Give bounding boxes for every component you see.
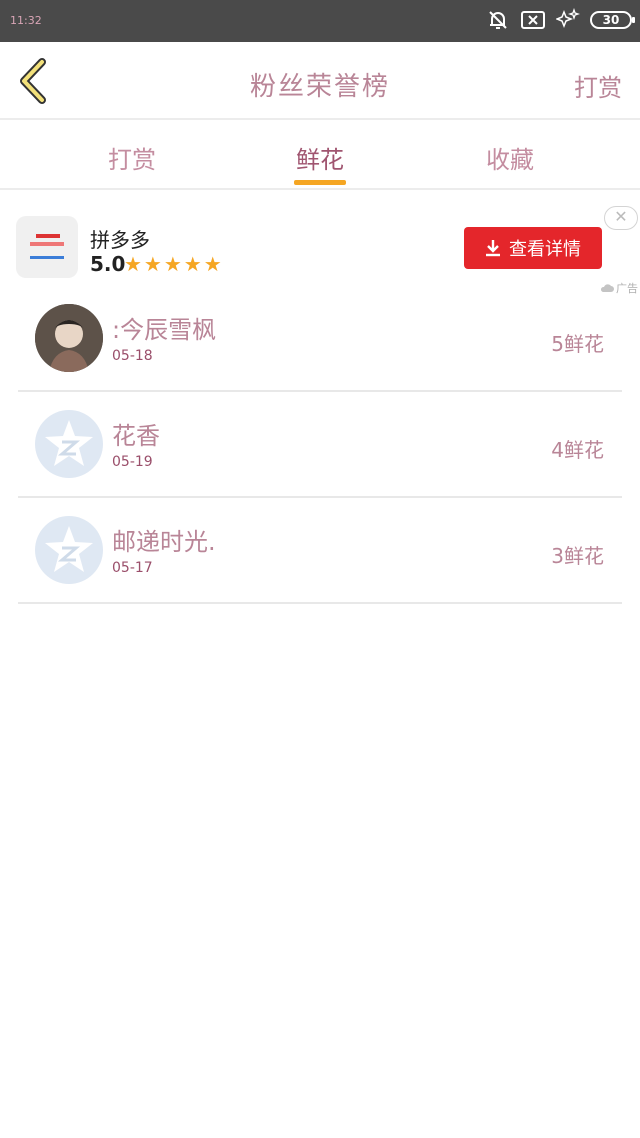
list-item[interactable]: :今辰雪枫 05-18 5鲜花 (18, 286, 622, 392)
ad-app-logo (16, 216, 78, 278)
list-item[interactable]: 花香 05-19 4鲜花 (18, 392, 622, 498)
fan-date: 05-18 (112, 348, 153, 364)
sparkle-icon (556, 8, 580, 29)
tab-bar: 打赏 鲜花 收藏 (0, 120, 640, 190)
fan-date: 05-19 (112, 454, 153, 470)
tab-reward[interactable]: 打赏 (62, 140, 202, 175)
ad-rating: 5.0 (90, 252, 126, 276)
battery-tip (632, 17, 635, 23)
ad-banner[interactable]: 拼多多 5.0 ★★★★★ 查看详情 (0, 200, 640, 296)
status-bar: 11:32 30 (0, 0, 640, 42)
download-icon (486, 240, 500, 257)
avatar (35, 304, 103, 372)
mute-bell-icon (489, 11, 507, 29)
avatar (35, 516, 103, 584)
flower-count: 3鲜花 (551, 544, 604, 568)
ad-details-label: 查看详情 (509, 239, 581, 260)
status-icons: 30 (486, 8, 635, 32)
tab-flowers[interactable]: 鲜花 (250, 140, 390, 175)
ad-details-button[interactable]: 查看详情 (464, 227, 602, 269)
ad-app-name: 拼多多 (90, 228, 150, 252)
reward-button[interactable]: 打赏 (574, 68, 622, 103)
header: 粉丝荣誉榜 打赏 (0, 42, 640, 120)
fan-name: 花香 (112, 422, 160, 450)
default-avatar-icon (45, 526, 93, 572)
flower-count: 4鲜花 (551, 438, 604, 462)
battery-indicator: 30 (590, 11, 635, 29)
battery-level: 30 (602, 13, 620, 27)
fan-name: :今辰雪枫 (112, 316, 217, 344)
ad-close-icon[interactable]: ✕ (604, 206, 638, 230)
page-title: 粉丝荣誉榜 (249, 72, 390, 102)
avatar-photo (35, 304, 103, 372)
status-time: 11:32 (10, 14, 42, 27)
fan-date: 05-17 (112, 560, 153, 576)
avatar (35, 410, 103, 478)
no-sim-icon (521, 11, 545, 29)
fan-name: 邮递时光. (112, 528, 216, 556)
flower-count: 5鲜花 (551, 332, 604, 356)
list-item[interactable]: 邮递时光. 05-17 3鲜花 (18, 498, 622, 604)
default-avatar-icon (45, 420, 93, 466)
star-rating-icon: ★★★★★ (124, 252, 224, 276)
fan-list: :今辰雪枫 05-18 5鲜花 花香 05-19 4鲜花 邮递时光. 05-17… (18, 286, 622, 604)
active-tab-indicator (294, 180, 346, 185)
tab-collect[interactable]: 收藏 (440, 140, 580, 175)
